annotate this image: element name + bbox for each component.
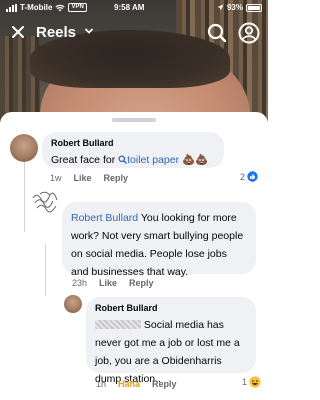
scribble-icon bbox=[32, 191, 58, 213]
comment-time: 23h bbox=[72, 278, 88, 288]
bookshelf-left-background bbox=[0, 36, 40, 122]
comment-bubble[interactable]: Robert Bullard You looking for more work… bbox=[62, 202, 256, 278]
status-right: 93% bbox=[217, 3, 262, 12]
carrier-label: T-Mobile bbox=[20, 3, 53, 12]
profile-icon bbox=[238, 22, 260, 44]
redacted-name bbox=[95, 320, 141, 329]
comment-author[interactable]: Robert Bullard bbox=[51, 138, 215, 148]
comment-actions: 23h Like Reply bbox=[72, 278, 154, 288]
comment-author[interactable]: Robert Bullard bbox=[95, 303, 247, 313]
avatar[interactable] bbox=[10, 134, 38, 162]
like-button[interactable]: Like bbox=[99, 278, 117, 288]
reels-header: Reels bbox=[0, 20, 268, 46]
status-left: T-Mobile VPN bbox=[6, 3, 87, 12]
comments-sheet: Robert Bullard Great face for toilet pap… bbox=[0, 112, 268, 400]
comment-text: Social media has never got me a job or l… bbox=[95, 319, 240, 385]
reaction-number: 2 bbox=[240, 171, 246, 182]
reaction-number: 1 bbox=[242, 377, 248, 387]
comment-time: 1w bbox=[50, 173, 62, 183]
reaction-count[interactable]: 2 bbox=[240, 171, 258, 182]
close-button[interactable] bbox=[8, 22, 28, 42]
thread-line bbox=[45, 244, 46, 296]
comment-bubble[interactable]: Robert Bullard Social media has never go… bbox=[86, 297, 256, 385]
signal-icon bbox=[6, 3, 17, 12]
status-time: 9:58 AM bbox=[114, 3, 145, 12]
thread-line bbox=[24, 158, 25, 232]
reply-button[interactable]: Reply bbox=[152, 379, 177, 389]
comment-bubble[interactable]: Robert Bullard Great face for toilet pap… bbox=[42, 132, 224, 168]
chevron-down-icon[interactable] bbox=[84, 26, 94, 36]
like-reaction-icon bbox=[247, 171, 258, 182]
anonymous-avatar[interactable] bbox=[31, 188, 59, 214]
search-term: toilet paper bbox=[127, 154, 180, 166]
comment-text-prefix: Great face for bbox=[51, 154, 119, 166]
search-suggestion-link[interactable]: toilet paper bbox=[118, 154, 179, 166]
battery-icon bbox=[246, 3, 262, 12]
battery-percent: 93% bbox=[226, 3, 243, 12]
avatar[interactable] bbox=[64, 295, 82, 313]
reply-button[interactable]: Reply bbox=[129, 278, 154, 288]
profile-button[interactable] bbox=[238, 22, 260, 44]
wifi-icon bbox=[55, 4, 66, 11]
mention-link[interactable]: Robert Bullard bbox=[71, 212, 138, 224]
search-button[interactable] bbox=[206, 22, 228, 44]
search-icon bbox=[207, 23, 227, 43]
comment-actions: 1w Like Reply bbox=[50, 173, 128, 183]
comment-actions: 1h Haha Reply bbox=[96, 379, 177, 389]
status-bar: T-Mobile VPN 9:58 AM 93% bbox=[0, 0, 268, 16]
location-icon bbox=[217, 4, 224, 11]
reels-title[interactable]: Reels bbox=[36, 24, 76, 41]
poop-emoji: 💩💩 bbox=[182, 154, 209, 166]
comment-text: Great face for toilet paper 💩💩 bbox=[51, 154, 208, 166]
reel-video[interactable] bbox=[0, 0, 268, 122]
haha-reaction-button[interactable]: Haha bbox=[118, 379, 140, 389]
comment-time: 1h bbox=[96, 379, 107, 389]
reply-button[interactable]: Reply bbox=[104, 173, 129, 183]
comment-text: Robert Bullard You looking for more work… bbox=[71, 212, 243, 278]
search-icon bbox=[118, 155, 127, 164]
reaction-count[interactable]: 1 bbox=[242, 376, 261, 388]
like-button[interactable]: Like bbox=[74, 173, 92, 183]
vpn-badge: VPN bbox=[68, 3, 87, 12]
haha-reaction-icon bbox=[249, 376, 261, 388]
close-icon bbox=[12, 26, 24, 38]
sheet-grab-handle[interactable] bbox=[112, 118, 156, 122]
